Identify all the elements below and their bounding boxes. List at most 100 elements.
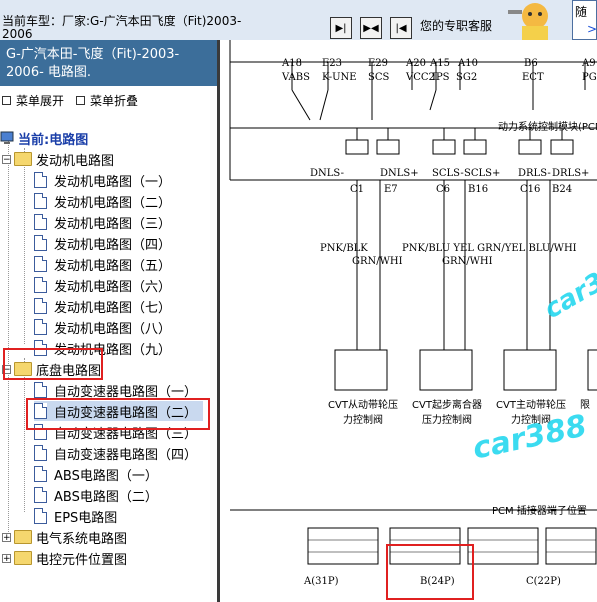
folder-open-icon: [14, 152, 32, 166]
signal-label: SCS: [368, 72, 390, 83]
back-icon: |◀: [395, 22, 407, 34]
tree-guide: [24, 148, 25, 344]
nav-prev-button[interactable]: ▶|: [330, 17, 352, 39]
side-panel-tab[interactable]: 随 >: [572, 0, 597, 40]
expand-toggle-icon[interactable]: +: [2, 532, 11, 542]
document-icon: [34, 319, 47, 335]
tree-item-engine-7[interactable]: 发动机电路图（七）: [34, 296, 171, 316]
expand-toggle-icon[interactable]: +: [2, 553, 11, 563]
nav-fit-button[interactable]: ▶◀: [360, 17, 382, 39]
signal-label: ECT: [522, 72, 544, 83]
folder-electric-label: 电气系统电路图: [36, 531, 128, 547]
tree-item-chassis-4[interactable]: 自动变速器电路图（四）: [34, 443, 197, 463]
tree-item-chassis-7[interactable]: EPS电路图: [34, 506, 117, 526]
tree-item-label: EPS电路图: [54, 510, 118, 526]
pin-label: E23: [322, 58, 343, 69]
signal-label: VABS: [282, 72, 310, 83]
wire-color-label: GRN/WHI: [442, 256, 493, 267]
highlight-box: [26, 398, 210, 430]
pin-label: E7: [384, 184, 398, 195]
signal-label: K-UNE: [322, 72, 357, 83]
tree-item-label: 发动机电路图（四）: [54, 237, 172, 253]
document-icon: [34, 298, 47, 314]
tree-item-label: 发动机电路图（八）: [54, 321, 172, 337]
fit-icon: ▶◀: [363, 22, 379, 34]
signal-label: DRLS+: [552, 168, 590, 179]
folder-engine[interactable]: − 发动机电路图: [2, 149, 114, 169]
tree-item-engine-8[interactable]: 发动机电路图（八）: [34, 317, 171, 337]
folder-parts-label: 电控元件位置图: [36, 552, 128, 568]
pin-label: B6: [524, 58, 538, 69]
menu-pane: G-广汽本田-飞度（Fit)-2003-2006- 电路图. 菜单展开 菜单折叠…: [0, 40, 220, 602]
pcm-connector-label: PCM 插接器端子位置: [492, 506, 587, 517]
tree-item-label: ABS电路图（二）: [54, 489, 158, 505]
tree-item-label: 自动变速器电路图（四）: [54, 447, 198, 463]
signal-label: PG: [582, 72, 597, 83]
signal-label: IPS: [432, 72, 450, 83]
document-icon: [34, 235, 47, 251]
tree-item-engine-5[interactable]: 发动机电路图（五）: [34, 254, 171, 274]
tree-item-engine-2[interactable]: 发动机电路图（二）: [34, 191, 171, 211]
folder-icon: [14, 551, 32, 565]
folder-parts[interactable]: + 电控元件位置图: [2, 548, 127, 568]
menu-expand-button[interactable]: 菜单展开: [2, 92, 64, 109]
tree-item-label: 发动机电路图（一）: [54, 174, 172, 190]
connector-label: A(31P): [304, 576, 339, 587]
pin-label: C6: [436, 184, 451, 195]
pin-label: A15: [430, 58, 450, 69]
highlight-box: [3, 348, 103, 380]
menu-expand-label: 菜单展开: [16, 94, 65, 108]
document-icon: [34, 193, 47, 209]
tree-item-engine-4[interactable]: 发动机电路图（四）: [34, 233, 171, 253]
pin-label: A18: [282, 58, 302, 69]
document-icon: [34, 256, 47, 272]
top-toolbar: 当前车型：厂家:G-广汽本田飞度（Fit)2003-2006 ▶| ▶◀ |◀ …: [0, 0, 597, 41]
menu-collapse-label: 菜单折叠: [90, 94, 139, 108]
connector-label: C(22P): [526, 576, 561, 587]
wire-color-label: GRN/WHI: [352, 256, 403, 267]
service-mascot-icon: [508, 3, 548, 40]
service-label[interactable]: 您的专职客服: [420, 17, 492, 34]
tree-item-label: 发动机电路图（二）: [54, 195, 172, 211]
pin-label: A9: [582, 58, 596, 69]
wire-color-label: PNK/BLK: [320, 243, 368, 254]
solenoid-label: CVT起步离合器压力控制阀: [412, 400, 482, 426]
document-icon: [34, 466, 47, 482]
pin-label: B24: [552, 184, 573, 195]
tree-item-engine-1[interactable]: 发动机电路图（一）: [34, 170, 171, 190]
tree-item-chassis-1[interactable]: 自动变速器电路图（一）: [34, 380, 197, 400]
tree-guide: [24, 358, 25, 512]
solenoid-label: CVT从动带轮压力控制阀: [328, 400, 398, 426]
folder-icon: [14, 530, 32, 544]
document-icon: [34, 214, 47, 230]
pin-label: E29: [368, 58, 389, 69]
wire-color-label: PNK/BLU YEL GRN/YEL BLU/WHI: [402, 243, 577, 254]
tree-guide: [8, 134, 9, 540]
side-panel-arrow: >: [587, 22, 597, 36]
tree-root-label: 当前:电路图: [18, 132, 89, 148]
tree-item-chassis-6[interactable]: ABS电路图（二）: [34, 485, 158, 505]
menu-collapse-button[interactable]: 菜单折叠: [76, 92, 138, 109]
collapse-toggle-icon[interactable]: −: [2, 154, 11, 164]
wiring-diagram[interactable]: A18 E23 E29 A20 A15 A10 B6 A9 VABS K-UNE…: [220, 40, 597, 602]
signal-label: SCLS-: [432, 168, 464, 179]
document-icon: [34, 277, 47, 293]
pin-label: C16: [520, 184, 541, 195]
tree-root[interactable]: 当前:电路图: [0, 128, 88, 148]
collapse-icon: [76, 96, 85, 105]
signal-label: SG2: [456, 72, 478, 83]
pin-label: A20: [406, 58, 426, 69]
play-icon: ▶|: [335, 22, 347, 34]
folder-electric[interactable]: + 电气系统电路图: [2, 527, 127, 547]
signal-label: DNLS+: [380, 168, 419, 179]
document-icon: [34, 487, 47, 503]
folder-engine-label: 发动机电路图: [36, 153, 115, 169]
tree-item-label: 发动机电路图（三）: [54, 216, 172, 232]
document-icon: [34, 172, 47, 188]
module-label: 动力系统控制模块(PCM): [498, 122, 597, 133]
highlight-box: [386, 544, 474, 600]
tree-item-engine-6[interactable]: 发动机电路图（六）: [34, 275, 171, 295]
nav-next-button[interactable]: |◀: [390, 17, 412, 39]
tree-item-chassis-5[interactable]: ABS电路图（一）: [34, 464, 158, 484]
tree-item-engine-3[interactable]: 发动机电路图（三）: [34, 212, 171, 232]
